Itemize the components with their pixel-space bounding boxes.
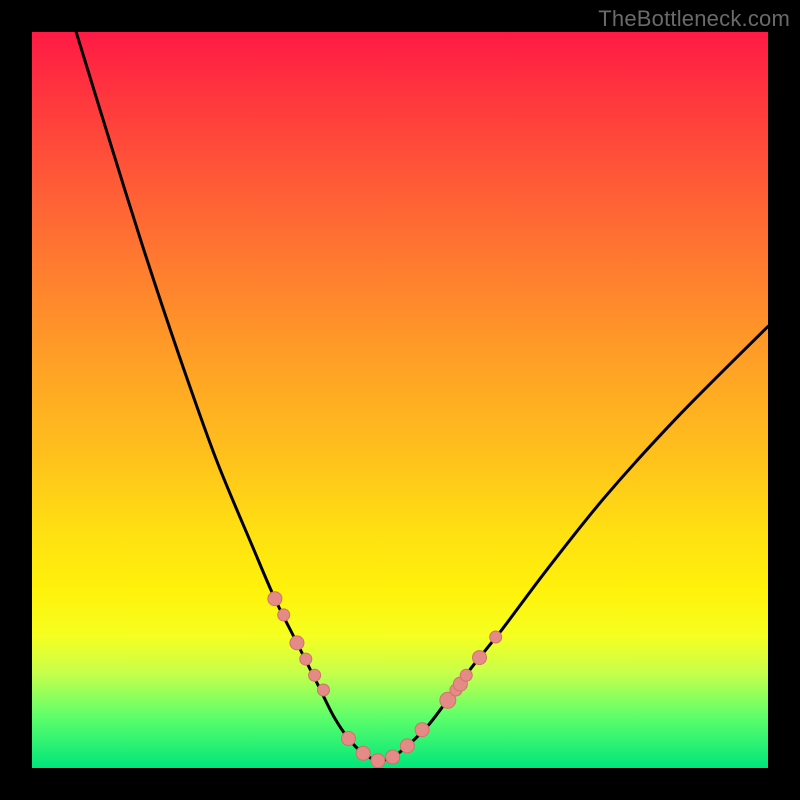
sample-point bbox=[415, 723, 429, 737]
sample-point bbox=[460, 669, 472, 681]
sample-point bbox=[386, 750, 400, 764]
bottleneck-curve bbox=[76, 32, 768, 761]
sample-point bbox=[356, 746, 370, 760]
plot-area bbox=[32, 32, 768, 768]
sample-point bbox=[371, 754, 385, 768]
sample-points-layer bbox=[268, 592, 502, 768]
sample-point bbox=[278, 609, 290, 621]
sample-point bbox=[490, 631, 502, 643]
sample-point bbox=[341, 732, 355, 746]
chart-svg bbox=[32, 32, 768, 768]
watermark-text: TheBottleneck.com bbox=[598, 6, 790, 32]
sample-point bbox=[290, 636, 304, 650]
sample-point bbox=[317, 684, 329, 696]
sample-point bbox=[472, 651, 486, 665]
sample-point bbox=[268, 592, 282, 606]
sample-point bbox=[309, 669, 321, 681]
sample-point bbox=[300, 653, 312, 665]
chart-frame: TheBottleneck.com bbox=[0, 0, 800, 800]
sample-point bbox=[400, 739, 414, 753]
